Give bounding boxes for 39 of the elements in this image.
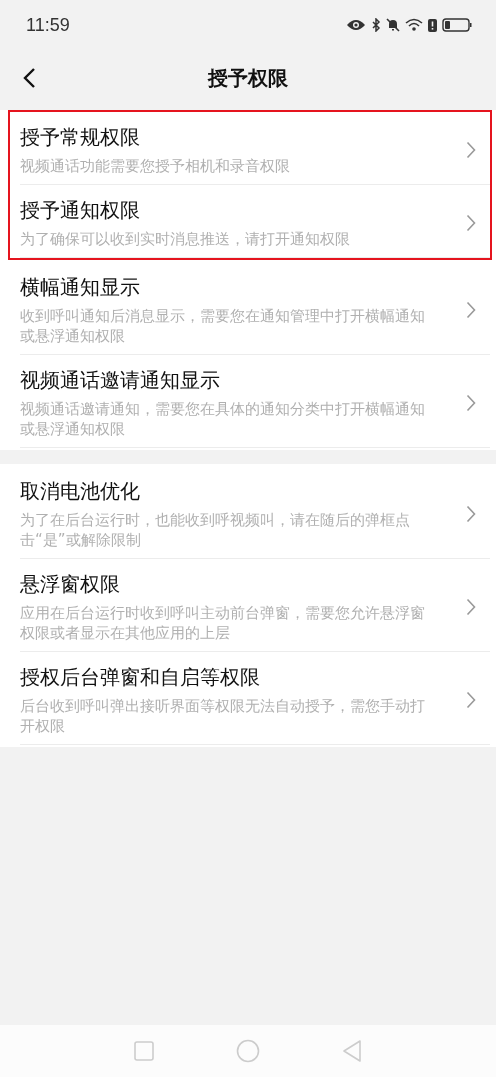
permission-item[interactable]: 悬浮窗权限 应用在后台运行时收到呼叫主动前台弹窗，需要您允许悬浮窗权限或者显示在其他应用的上层 [20,559,490,652]
chevron-icon [466,214,476,232]
item-description: 为了在后台运行时，也能收到呼视频叫，请在随后的弹框点击“是”或解除限制 [20,510,411,550]
item-description: 视频通话功能需要您授予相机和录音权限 [20,156,291,176]
permission-item[interactable]: 授予通知权限 为了确保可以收到实时消息推送，请打开通知权限 [20,185,490,258]
item-title: 视频通话邀请通知显示 [20,367,221,393]
permission-item[interactable]: 取消电池优化 为了在后台运行时，也能收到呼视频叫，请在随后的弹框点击“是”或解除限制 [20,466,490,559]
permission-item[interactable]: 授予常规权限 视频通话功能需要您授予相机和录音权限 [20,112,490,185]
status-time: 11:59 [26,14,70,36]
page-title: 授予权限 [208,64,288,92]
recents-icon[interactable] [134,1041,154,1061]
item-description: 应用在后台运行时收到呼叫主动前台弹窗，需要您允许悬浮窗权限或者显示在其他应用的上层 [20,603,426,643]
chevron-icon [466,691,476,709]
alert-icon [428,18,437,32]
home-icon[interactable] [236,1039,260,1063]
item-description: 后台收到呼叫弹出接听界面等权限无法自动授予，需您手动打开权限 [20,696,426,736]
item-description: 为了确保可以收到实时消息推送，请打开通知权限 [20,229,351,249]
battery-icon [442,18,472,32]
permission-item[interactable]: 授权后台弹窗和自启等权限 后台收到呼叫弹出接听界面等权限无法自动授予，需您手动打开权限 [20,652,490,745]
eye-icon [346,19,366,31]
muted-bell-icon [386,18,400,32]
chevron-icon [466,598,476,616]
back-nav-icon[interactable] [342,1039,362,1063]
permission-item[interactable]: 横幅通知显示 收到呼叫通知后消息显示，需要您在通知管理中打开横幅通知或悬浮通知权限 [20,262,490,355]
item-title: 悬浮窗权限 [20,571,121,597]
item-title: 授予通知权限 [20,197,141,223]
permission-item[interactable]: 视频通话邀请通知显示 视频通话邀请通知，需要您在具体的通知分类中打开横幅通知或悬浮通知权限 [20,355,490,448]
chevron-icon [466,394,476,412]
chevron-icon [466,301,476,319]
bluetooth-icon [371,18,381,32]
item-title: 取消电池优化 [20,478,141,504]
item-title: 授予常规权限 [20,124,141,150]
item-description: 视频通话邀请通知，需要您在具体的通知分类中打开横幅通知或悬浮通知权限 [20,399,426,439]
wifi-icon [405,18,423,32]
chevron-icon [466,141,476,159]
chevron-icon [466,505,476,523]
item-title: 横幅通知显示 [20,274,141,300]
item-description: 收到呼叫通知后消息显示，需要您在通知管理中打开横幅通知或悬浮通知权限 [20,306,426,346]
item-title: 授权后台弹窗和自启等权限 [20,664,261,690]
